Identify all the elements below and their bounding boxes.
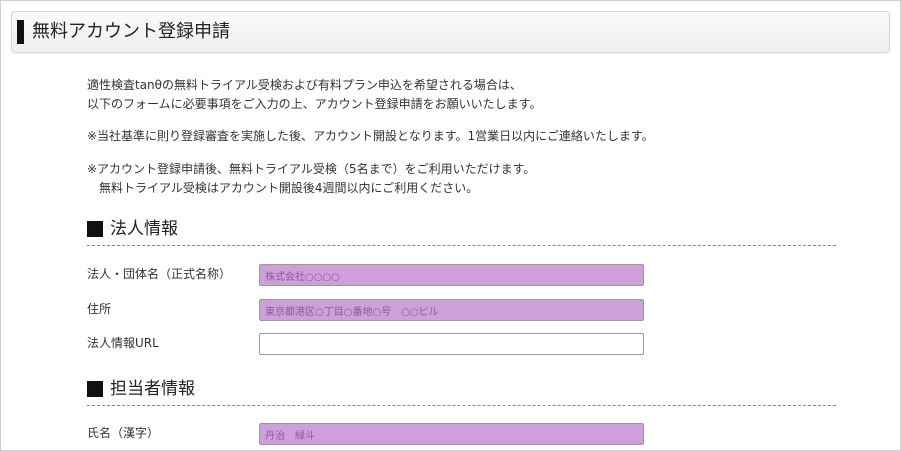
intro-note-2-line-1: ※アカウント登録申請後、無料トライアル受検（5名まで）をご利用いただけます。 xyxy=(87,162,536,176)
corporate-url-label: 法人情報URL xyxy=(87,336,159,350)
intro-line-2: 以下のフォームに必要事項をご入力の上、アカウント登録申請をお願いいたします。 xyxy=(87,97,542,111)
section-contact-header: 担当者情報 xyxy=(87,377,836,406)
name-kanji-input[interactable] xyxy=(259,423,644,445)
form-frame: 無料アカウント登録申請 適性検査tanθの無料トライアル受検および有料プラン申込… xyxy=(0,0,901,451)
section-marker xyxy=(87,381,103,397)
section-marker xyxy=(87,221,103,237)
section-corporate-header: 法人情報 xyxy=(87,217,836,246)
page-title-bar: 無料アカウント登録申請 xyxy=(11,11,890,53)
corporate-url-input[interactable] xyxy=(259,333,644,355)
company-name-input[interactable] xyxy=(259,264,644,286)
intro-line-1: 適性検査tanθの無料トライアル受検および有料プラン申込を希望される場合は、 xyxy=(87,78,522,92)
address-input[interactable] xyxy=(259,299,644,321)
company-name-label: 法人・団体名（正式名称） xyxy=(87,267,232,281)
name-kanji-label: 氏名（漢字） xyxy=(87,426,160,440)
page-title: 無料アカウント登録申請 xyxy=(32,21,230,42)
intro-note-1: ※当社基準に則り登録審査を実施した後、アカウント開設となります。1営業日以内にご… xyxy=(87,129,654,143)
intro-note-2-line-2: 無料トライアル受検はアカウント開設後4週間以内にご利用ください。 xyxy=(99,181,479,195)
section-title-corporate: 法人情報 xyxy=(110,219,178,239)
title-marker xyxy=(17,20,24,44)
address-label: 住所 xyxy=(87,302,112,316)
section-title-contact: 担当者情報 xyxy=(110,379,195,399)
